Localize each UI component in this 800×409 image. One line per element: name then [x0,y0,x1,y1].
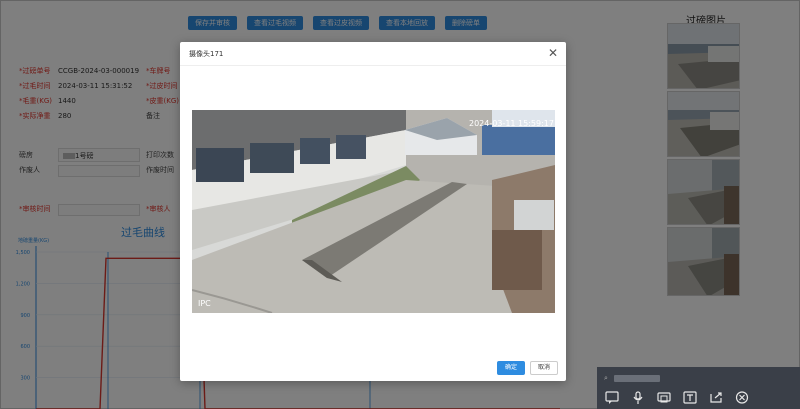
modal-header: 摄像头171 ✕ [180,42,566,66]
camera-timestamp: 2024-03-11 15:59:17 [469,119,554,128]
toolbar-search[interactable]: ⌕ [604,374,660,383]
modal-title: 摄像头171 [189,50,224,58]
screen-share-icon[interactable] [657,391,671,404]
chat-icon[interactable] [605,391,619,404]
close-icon[interactable]: ✕ [548,46,558,60]
export-icon[interactable] [709,391,723,404]
search-icon: ⌕ [604,374,608,382]
svg-text:IPC: IPC [198,299,211,308]
camera-modal: 摄像头171 ✕ 2024-03-11 15:59:17 IPC 确定 取消 [180,42,566,381]
toolbar-icons [605,391,749,404]
system-toolbar: ⌕ [597,367,800,409]
blurred-text [613,375,660,382]
camera-image: 2024-03-11 15:59:17 IPC [192,110,555,313]
close-circle-icon[interactable] [735,391,749,404]
confirm-button[interactable]: 确定 [496,361,525,375]
mic-icon[interactable] [631,391,645,404]
camera-view: 2024-03-11 15:59:17 IPC [192,110,555,313]
text-icon[interactable] [683,391,697,404]
cancel-button[interactable]: 取消 [529,361,558,375]
modal-footer: 确定 取消 [496,361,558,375]
